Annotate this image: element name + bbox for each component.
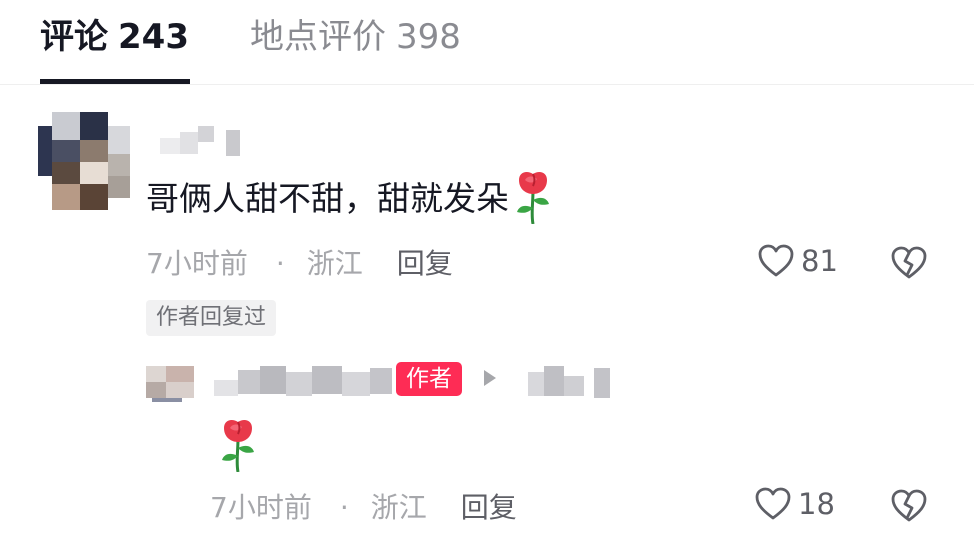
author-replied-tag: 作者回复过: [146, 300, 277, 336]
reply-meta: 7小时前 · 浙江 回复: [210, 488, 517, 528]
rose-emoji: [517, 172, 549, 224]
reply-dislike-button[interactable]: [890, 488, 928, 528]
active-tab-indicator: [40, 79, 190, 84]
comment-body: 哥俩人甜不甜，甜就发朵: [146, 179, 509, 218]
tab-comments[interactable]: 评论 243: [40, 14, 189, 60]
triangle-right-icon: [484, 370, 496, 386]
comment-text: 哥俩人甜不甜，甜就发朵: [146, 170, 553, 224]
reply-time: 7小时前: [210, 491, 312, 524]
like-count: 81: [801, 244, 838, 278]
like-button[interactable]: 81: [757, 243, 838, 279]
reply-location: 浙江: [370, 491, 427, 524]
reply-to-reply-button[interactable]: 回复: [461, 491, 517, 524]
reply-avatar-blurred[interactable]: [146, 366, 194, 402]
heart-outline-icon: [755, 487, 791, 520]
broken-heart-icon: [891, 489, 927, 522]
tab-comments-label: 评论: [40, 17, 108, 57]
meta-separator: ·: [275, 247, 285, 280]
meta-separator: ·: [339, 491, 349, 524]
comment-meta: 7小时前 · 浙江 回复: [146, 244, 453, 284]
author-badge: 作者: [396, 362, 462, 396]
commenter-name-blurred[interactable]: [160, 126, 242, 156]
tab-comments-count: 243: [118, 17, 189, 57]
reply-like-button[interactable]: 18: [754, 486, 835, 522]
reply-like-count: 18: [798, 487, 835, 521]
commenter-avatar[interactable]: [38, 112, 130, 210]
comment-time: 7小时前: [146, 247, 248, 280]
reply-username-blurred[interactable]: [214, 366, 396, 396]
tab-location-reviews-count: 398: [396, 17, 461, 57]
comment-tabs-bar: 评论 243 地点评价 398: [0, 0, 974, 85]
comment-location: 浙江: [306, 247, 363, 280]
reply-target-name-blurred[interactable]: [528, 366, 612, 398]
reply-button[interactable]: 回复: [397, 247, 453, 280]
heart-outline-icon: [758, 244, 794, 277]
tab-location-reviews-label: 地点评价: [250, 17, 386, 57]
dislike-button[interactable]: [890, 245, 928, 285]
tab-location-reviews[interactable]: 地点评价 398: [250, 14, 461, 60]
rose-emoji: [222, 420, 254, 472]
broken-heart-icon: [891, 246, 927, 279]
